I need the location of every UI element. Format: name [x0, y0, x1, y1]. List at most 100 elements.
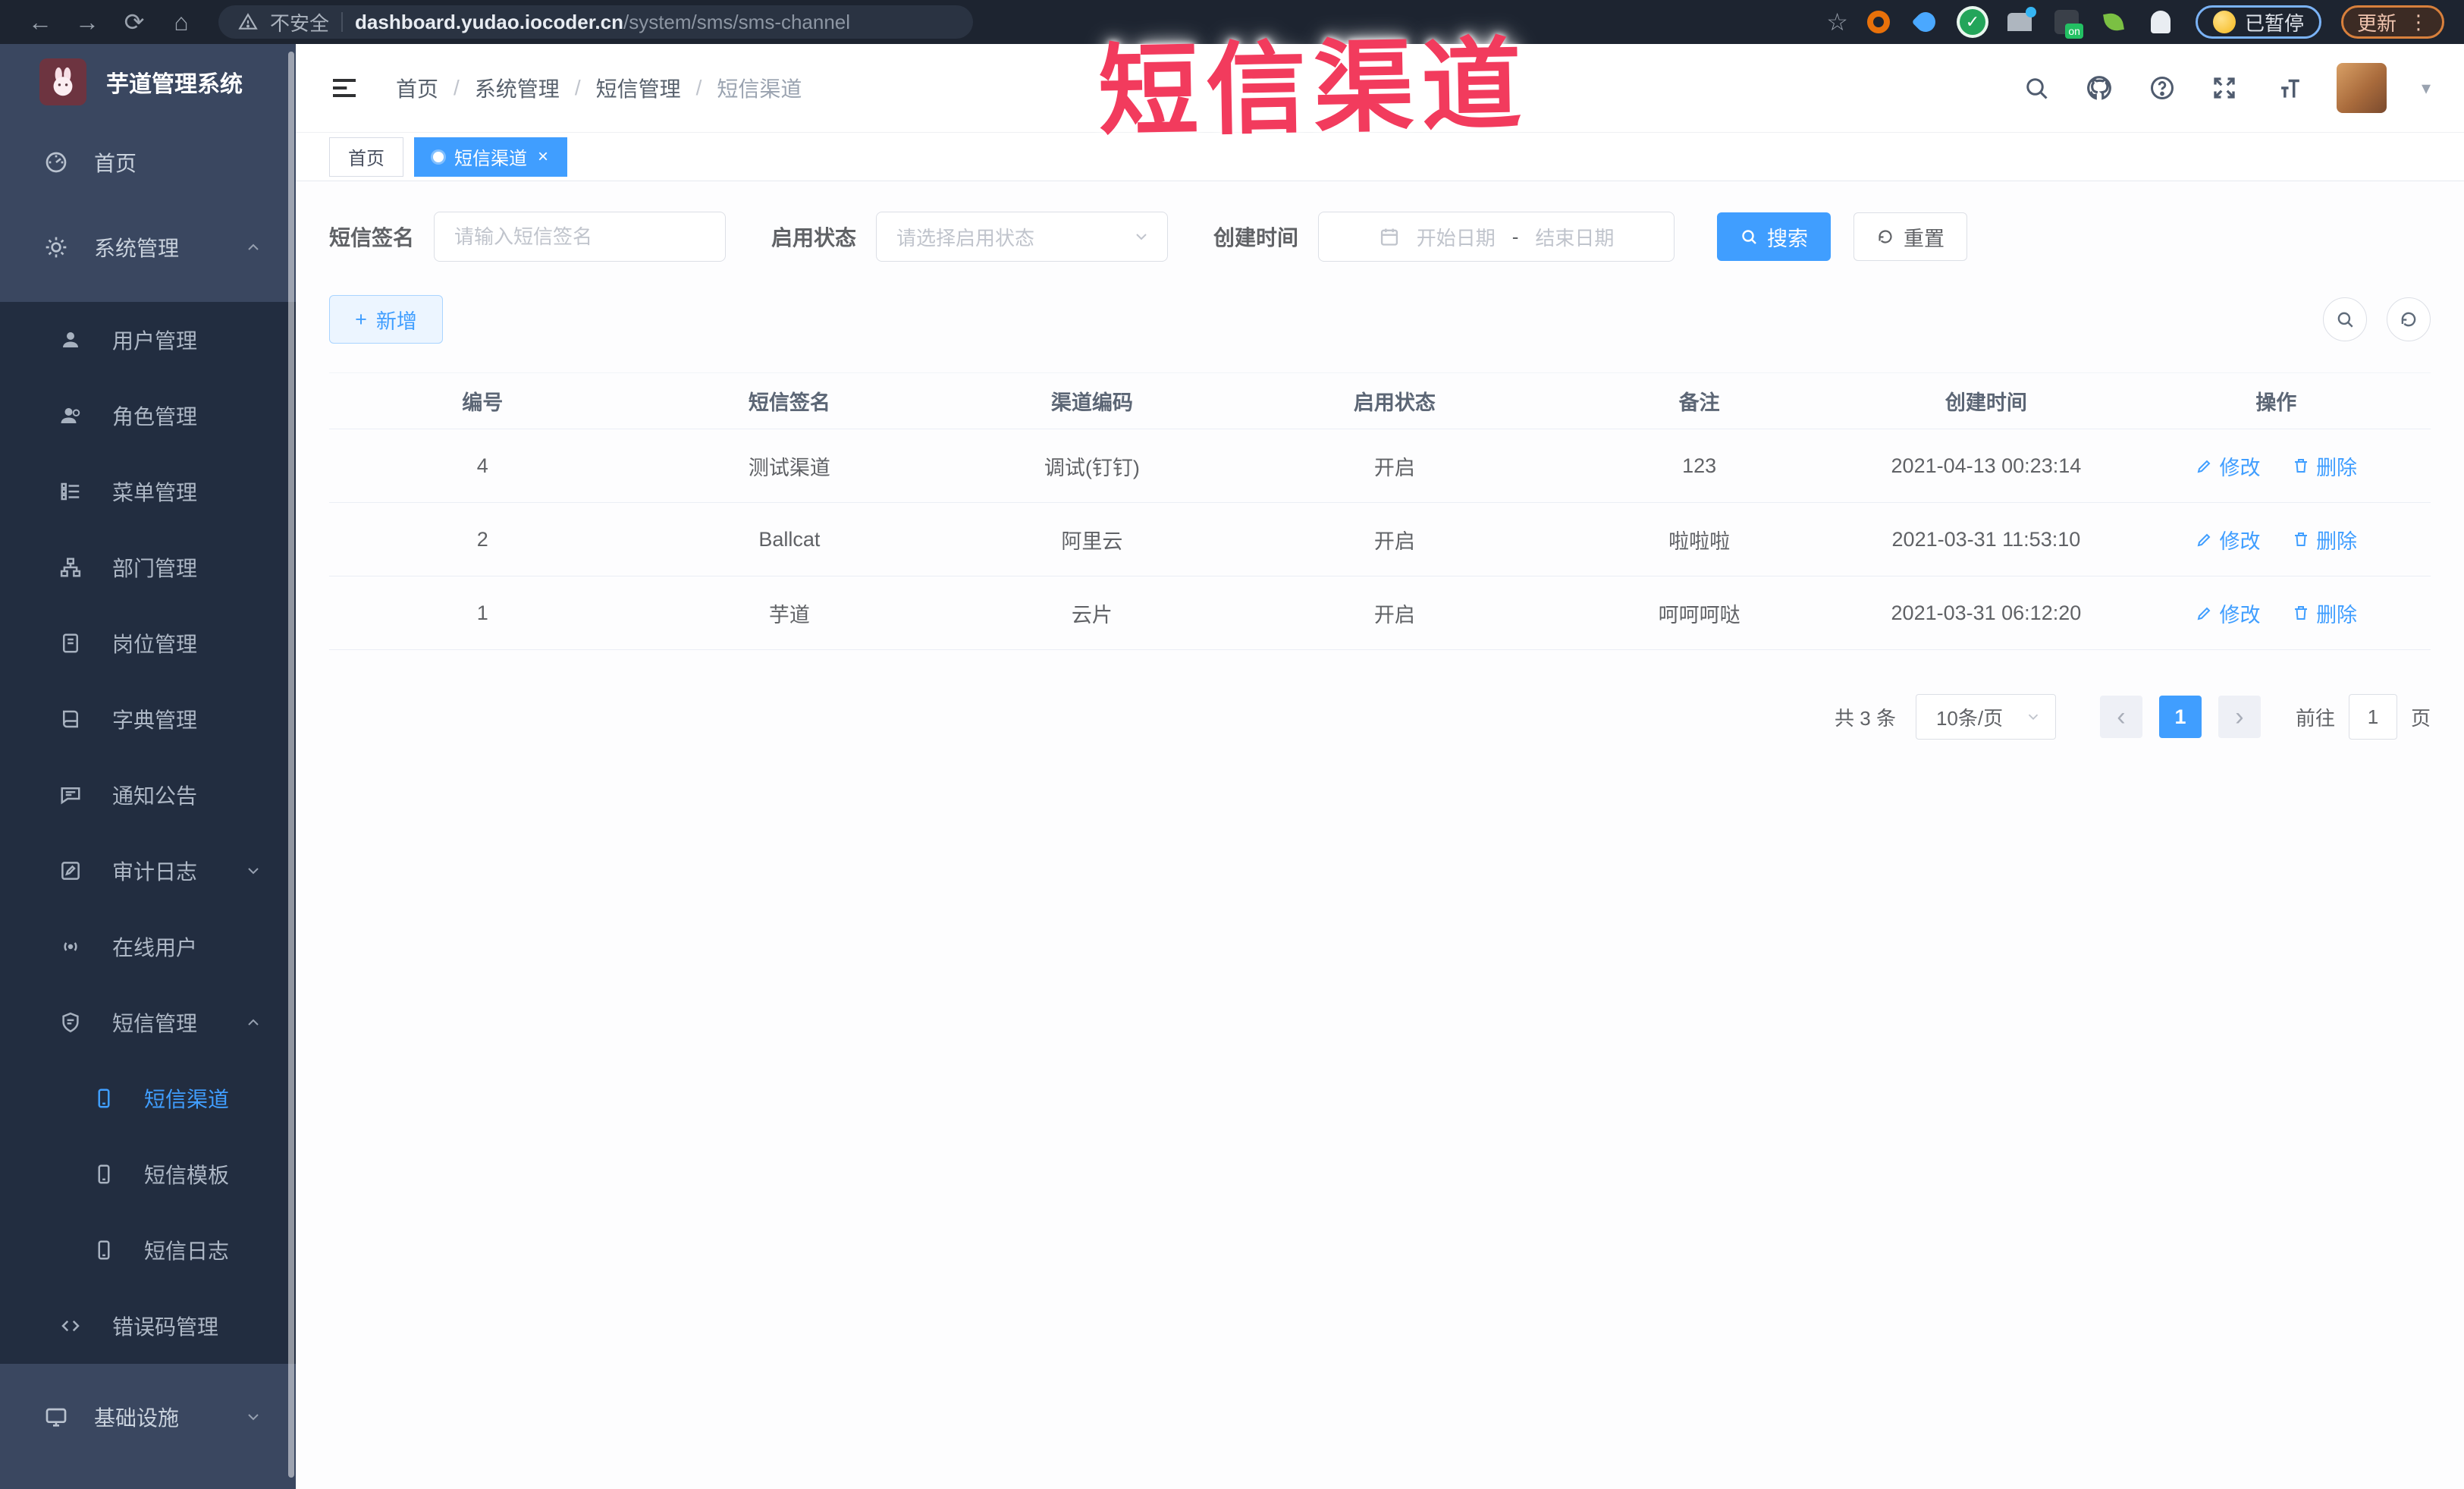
browser-update-button[interactable]: 更新 ⋮ — [2340, 5, 2444, 39]
extension-orange-ring-icon[interactable] — [1865, 8, 1892, 36]
active-dot-icon — [433, 151, 444, 162]
filter-form: 短信签名 启用状态 请选择启用状态 创建时间 开始日期 - 结束日期 — [329, 212, 2431, 262]
cell-actions: 修改 删除 — [2121, 502, 2431, 576]
pencil-icon — [2197, 607, 2210, 620]
col-header-sign: 短信签名 — [636, 372, 943, 429]
sign-input[interactable] — [454, 225, 706, 249]
sidebar-item-home[interactable]: 首页 — [0, 120, 296, 205]
sidebar-item-users[interactable]: 用户管理 — [0, 302, 296, 378]
next-page-button[interactable]: › — [2218, 696, 2261, 738]
sidebar-item-roles[interactable]: 角色管理 — [0, 378, 296, 454]
prev-page-button[interactable]: ‹ — [2099, 696, 2142, 738]
cell-status: 开启 — [1241, 429, 1549, 503]
avatar[interactable] — [2336, 63, 2387, 113]
goto-page-input[interactable] — [2348, 694, 2397, 740]
help-icon[interactable] — [2149, 74, 2176, 102]
github-icon[interactable] — [2085, 74, 2114, 102]
range-separator: - — [1511, 225, 1519, 248]
edit-link[interactable]: 修改 — [2196, 451, 2261, 481]
menu-list-icon — [61, 482, 80, 501]
extension-blue-pin-icon[interactable] — [1911, 8, 1940, 36]
table-toolbar: + 新增 — [329, 295, 2431, 344]
warning-icon — [238, 13, 258, 30]
sidebar-item-sms-log[interactable]: 短信日志 — [0, 1212, 296, 1288]
page-number-1[interactable]: 1 — [2158, 696, 2202, 738]
page-size-select[interactable]: 10条/页 — [1915, 694, 2056, 740]
tab-home[interactable]: 首页 — [329, 137, 403, 177]
cell-created: 2021-04-13 00:23:14 — [1850, 429, 2122, 503]
status-select[interactable]: 请选择启用状态 — [876, 212, 1169, 262]
col-header-actions: 操作 — [2121, 372, 2431, 429]
browser-back-button[interactable]: ← — [20, 5, 61, 39]
sidebar-item-error-codes[interactable]: 错误码管理 — [0, 1288, 296, 1364]
sidebar-item-infrastructure[interactable]: 基础设施 — [0, 1364, 296, 1470]
tab-bar: 首页 短信渠道 × — [296, 133, 2464, 181]
sidebar-item-system[interactable]: 系统管理 — [0, 205, 296, 290]
fullscreen-icon[interactable] — [2211, 74, 2238, 102]
browser-menu-icon[interactable]: ⋮ — [2409, 12, 2428, 33]
edit-link[interactable]: 修改 — [2196, 598, 2261, 628]
delete-link[interactable]: 删除 — [2292, 598, 2357, 628]
code-icon — [61, 1320, 80, 1332]
breadcrumb-system[interactable]: 系统管理 — [475, 73, 560, 103]
delete-link[interactable]: 删除 — [2292, 525, 2357, 554]
browser-home-button[interactable]: ⌂ — [161, 5, 202, 39]
hamburger-icon[interactable] — [329, 73, 359, 103]
phone-icon — [98, 1088, 110, 1108]
app-logo-row[interactable]: 芋道管理系统 — [0, 44, 296, 120]
badge-icon — [63, 633, 78, 653]
date-range-picker[interactable]: 开始日期 - 结束日期 — [1318, 212, 1675, 262]
profile-paused-chip[interactable]: 已暂停 — [2195, 5, 2321, 39]
cell-code: 云片 — [943, 576, 1241, 650]
bookmark-star-icon[interactable]: ☆ — [1826, 8, 1848, 36]
toggle-search-button[interactable] — [2323, 297, 2367, 341]
tab-label: 首页 — [348, 149, 385, 169]
browser-reload-button[interactable]: ⟳ — [114, 5, 155, 39]
edit-link[interactable]: 修改 — [2196, 525, 2261, 554]
sidebar-item-label: 首页 — [94, 152, 137, 175]
extension-green-check-icon[interactable]: ✓ — [1959, 8, 1986, 36]
reset-button[interactable]: 重置 — [1853, 212, 1968, 261]
sidebar-item-online-users[interactable]: 在线用户 — [0, 909, 296, 985]
search-icon[interactable] — [2023, 74, 2050, 102]
search-button[interactable]: 搜索 — [1717, 212, 1832, 261]
sidebar: 芋道管理系统 首页 系统管理 用户管理 角色管理 菜单管理 部门管理 岗位管理 … — [0, 44, 296, 1489]
add-button[interactable]: + 新增 — [329, 295, 443, 344]
extension-leaf-icon[interactable] — [2100, 8, 2127, 36]
speech-bubble-icon — [61, 787, 80, 805]
sidebar-item-sms[interactable]: 短信管理 — [0, 985, 296, 1060]
browser-forward-button[interactable]: → — [67, 5, 108, 39]
delete-link[interactable]: 删除 — [2292, 451, 2357, 481]
breadcrumb-sms[interactable]: 短信管理 — [596, 73, 681, 103]
phone-icon — [98, 1240, 110, 1260]
sidebar-item-sms-template[interactable]: 短信模板 — [0, 1136, 296, 1212]
sign-input-wrap — [434, 212, 727, 262]
extension-people-icon[interactable] — [2006, 7, 2036, 36]
avatar-caret-icon[interactable]: ▾ — [2422, 77, 2431, 99]
address-bar[interactable]: 不安全 dashboard.yudao.iocoder.cn/system/sm… — [218, 5, 973, 39]
sidebar-item-audit-log[interactable]: 审计日志 — [0, 833, 296, 909]
extension-ghost-icon[interactable] — [2147, 8, 2174, 36]
refresh-icon — [1879, 230, 1892, 243]
sidebar-item-notice[interactable]: 通知公告 — [0, 757, 296, 833]
content: 短信签名 启用状态 请选择启用状态 创建时间 开始日期 - 结束日期 — [296, 181, 2464, 740]
sign-label: 短信签名 — [329, 226, 415, 250]
col-header-created: 创建时间 — [1850, 372, 2122, 429]
breadcrumb-home[interactable]: 首页 — [396, 73, 438, 103]
font-size-icon[interactable] — [2273, 74, 2302, 102]
sidebar-item-label: 岗位管理 — [112, 633, 198, 656]
tab-close-icon[interactable]: × — [538, 147, 548, 166]
extension-on-badge-icon[interactable] — [2053, 8, 2083, 39]
sidebar-item-sms-channel[interactable]: 短信渠道 — [0, 1060, 296, 1136]
sidebar-item-label: 在线用户 — [112, 936, 198, 960]
col-header-status: 启用状态 — [1241, 372, 1549, 429]
tab-sms-channel[interactable]: 短信渠道 × — [414, 137, 568, 177]
cell-status: 开启 — [1241, 576, 1549, 650]
sidebar-item-menus[interactable]: 菜单管理 — [0, 454, 296, 529]
sidebar-item-dict[interactable]: 字典管理 — [0, 681, 296, 757]
app-logo — [39, 58, 86, 105]
sidebar-item-posts[interactable]: 岗位管理 — [0, 605, 296, 681]
sidebar-scrollbar[interactable] — [288, 52, 294, 1478]
refresh-table-button[interactable] — [2387, 297, 2431, 341]
sidebar-item-departments[interactable]: 部门管理 — [0, 529, 296, 605]
